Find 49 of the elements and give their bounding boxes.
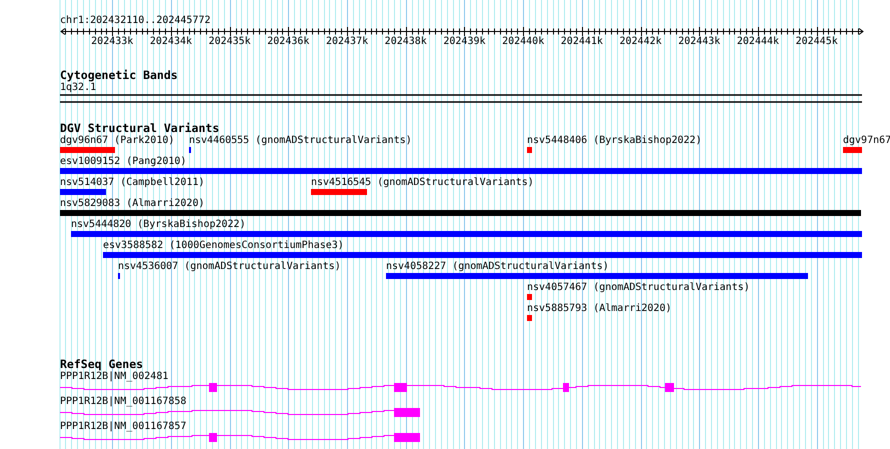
variant-bar[interactable] xyxy=(311,189,367,195)
variant-bar[interactable] xyxy=(527,147,532,153)
tick-label: 202435k xyxy=(208,36,251,47)
transcript-label[interactable]: PPP1R12B|NM_002481 xyxy=(60,371,168,383)
track-title: Cytogenetic Bands xyxy=(60,69,178,82)
variant-bar[interactable] xyxy=(843,147,862,153)
tick-label: 202440k xyxy=(502,36,544,47)
track-title: RefSeq Genes xyxy=(60,358,144,371)
variant-label[interactable]: nsv5448406 (ByrskaBishop2022) xyxy=(527,135,702,147)
tick-label: 202441k xyxy=(560,36,603,47)
tick-label: 202434k xyxy=(150,36,192,47)
variant-label[interactable]: esv1009152 (Pang2010) xyxy=(60,156,186,168)
tick-label: 202442k xyxy=(620,36,662,47)
variant-bar[interactable] xyxy=(60,147,115,153)
variant-label[interactable]: dgv96n67 (Park2010) xyxy=(60,135,174,147)
variant-bar[interactable] xyxy=(527,315,532,321)
tick-label: 202444k xyxy=(736,36,780,47)
variant-bar[interactable] xyxy=(527,294,532,300)
variant-bar[interactable] xyxy=(386,273,808,279)
tick-label: 202433k xyxy=(91,36,134,47)
variant-label[interactable]: nsv5444820 (ByrskaBishop2022) xyxy=(71,219,246,231)
locus-label: chr1:202432110..202445772 xyxy=(60,15,211,27)
track-title: DGV Structural Variants xyxy=(60,122,220,135)
tick-label: 202437k xyxy=(326,36,368,47)
variant-label[interactable]: nsv4536007 (gnomADStructuralVariants) xyxy=(118,261,341,273)
gene-model-drawing[interactable] xyxy=(60,383,862,392)
tick-label: 202443k xyxy=(678,36,720,47)
variant-label[interactable]: nsv4516545 (gnomADStructuralVariants) xyxy=(311,177,534,189)
transcript-label[interactable]: PPP1R12B|NM_001167857 xyxy=(60,421,186,433)
band-label: 1q32.1 xyxy=(60,82,96,94)
tick-label: 202439k xyxy=(443,36,486,47)
variant-label[interactable]: esv3588582 (1000GenomesConsortiumPhase3) xyxy=(103,240,344,252)
tick-label: 202445k xyxy=(796,36,838,47)
variant-label[interactable]: nsv4058227 (gnomADStructuralVariants) xyxy=(386,261,609,273)
gene-model-drawing[interactable] xyxy=(60,433,420,442)
gene-model-drawing[interactable] xyxy=(60,408,420,417)
variant-label[interactable]: nsv5885793 (Almarri2020) xyxy=(527,303,672,315)
variant-bar[interactable] xyxy=(60,210,861,216)
variant-bar[interactable] xyxy=(103,252,862,258)
tick-label: 202436k xyxy=(267,36,310,47)
variant-bar[interactable] xyxy=(60,168,862,174)
variant-bar[interactable] xyxy=(60,189,106,195)
variant-label[interactable]: nsv5829083 (Almarri2020) xyxy=(60,198,204,210)
tick-label: 202438k xyxy=(384,36,427,47)
variant-label[interactable]: nsv514037 (Campbell2011) xyxy=(60,177,204,189)
variant-bar[interactable] xyxy=(71,231,862,237)
variant-label[interactable]: nsv4057467 (gnomADStructuralVariants) xyxy=(527,282,750,294)
variant-label[interactable]: nsv4460555 (gnomADStructuralVariants) xyxy=(189,135,412,147)
transcript-label[interactable]: PPP1R12B|NM_001167858 xyxy=(60,396,186,408)
